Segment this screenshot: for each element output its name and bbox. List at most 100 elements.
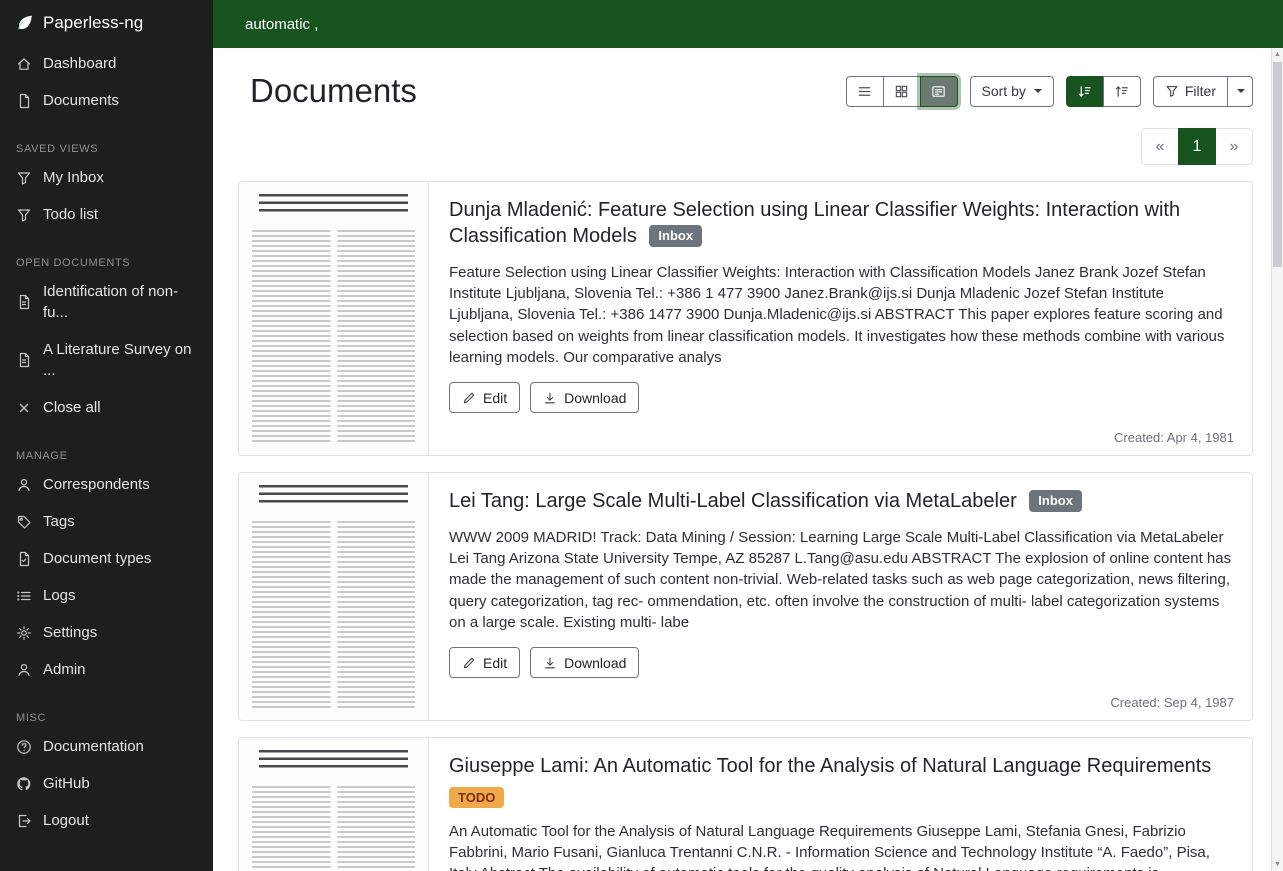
gear-icon [16,625,32,641]
app-logo[interactable]: Paperless-ng [0,0,213,45]
sidebar-item-label: Logout [43,810,89,831]
sidebar-item-my-inbox[interactable]: My Inbox [0,159,213,196]
grid-view-button[interactable] [883,76,921,107]
sidebar-item-tags[interactable]: Tags [0,503,213,540]
sort-ascending-icon [1114,84,1129,99]
thumbnail-text-lines [252,786,415,871]
pencil-icon [462,391,476,405]
sidebar-nav: Dashboard Documents SAVED VIEWS My Inbox… [0,45,213,839]
sidebar-item-github[interactable]: GitHub [0,765,213,802]
sidebar-item-document-types[interactable]: Document types [0,540,213,577]
sidebar-item-label: GitHub [43,773,90,794]
scrollbar[interactable]: ▲ ▼ [1271,48,1283,871]
sidebar-item-label: Admin [43,659,86,680]
page-header: Documents Sort by [213,48,1283,116]
thumbnail-title-lines [259,485,408,507]
scroll-up-icon[interactable]: ▲ [1272,48,1283,61]
sidebar-item-label: Correspondents [43,474,150,495]
sidebar: Paperless-ng Dashboard Documents SAVED V… [0,0,213,871]
sort-descending-button[interactable] [1066,76,1104,107]
pencil-icon [462,656,476,670]
pagination-page-1-button[interactable]: 1 [1178,128,1216,165]
document-card-body: Lei Tang: Large Scale Multi-Label Classi… [429,473,1252,720]
sidebar-item-logs[interactable]: Logs [0,577,213,614]
person-icon [16,662,32,678]
document-card: Giuseppe Lami: An Automatic Tool for the… [238,737,1253,871]
sort-direction-group [1066,76,1141,107]
page-title: Documents [250,72,417,110]
tag-badge[interactable]: TODO [449,787,504,809]
sidebar-item-correspondents[interactable]: Correspondents [0,466,213,503]
person-icon [16,477,32,493]
document-thumbnail[interactable] [239,182,429,455]
filter-dropdown-button[interactable] [1227,76,1253,107]
file-icon [16,93,32,109]
leaf-icon [16,14,34,32]
file-text-icon [16,294,32,310]
list-icon [16,588,32,604]
sidebar-item-open-document-2[interactable]: A Literature Survey on ... [0,331,213,389]
sort-by-button[interactable]: Sort by [970,76,1054,107]
sidebar-item-label: Document types [43,548,151,569]
sort-by-group: Sort by [970,76,1054,107]
document-title[interactable]: Giuseppe Lami: An Automatic Tool for the… [449,753,1232,779]
list-view-button[interactable] [846,76,884,107]
document-title-text: Dunja Mladenić: Feature Selection using … [449,199,1180,247]
download-icon [543,656,557,670]
document-title[interactable]: Lei Tang: Large Scale Multi-Label Classi… [449,488,1232,514]
filter-label: Filter [1185,83,1216,99]
close-icon [16,400,32,416]
sidebar-item-close-all[interactable]: Close all [0,389,213,426]
sidebar-item-settings[interactable]: Settings [0,614,213,651]
sidebar-item-label: Identification of non-fu... [43,281,197,323]
document-thumbnail[interactable] [239,738,429,871]
tag-row: TODO [449,787,1232,809]
scrollbar-thumb[interactable] [1273,62,1282,267]
sort-ascending-button[interactable] [1103,76,1141,107]
filter-button[interactable]: Filter [1153,76,1228,107]
tag-badge[interactable]: Inbox [1029,490,1082,512]
scroll-down-icon[interactable]: ▼ [1272,858,1283,871]
sidebar-item-documentation[interactable]: Documentation [0,728,213,765]
filter-group: Filter [1153,76,1253,107]
detail-view-icon [931,84,946,99]
section-title-manage: MANAGE [0,444,213,466]
chevron-down-icon [1237,89,1245,93]
download-label: Download [564,655,626,671]
dashboard-icon [16,56,32,72]
sidebar-item-todo-list[interactable]: Todo list [0,196,213,233]
sidebar-item-admin[interactable]: Admin [0,651,213,688]
tag-badge[interactable]: Inbox [649,225,702,247]
pagination-prev-button[interactable]: « [1141,128,1179,165]
pagination-next-button[interactable]: » [1215,128,1253,165]
document-thumbnail[interactable] [239,473,429,720]
top-search-bar [213,0,1283,48]
file-check-icon [16,551,32,567]
search-input[interactable] [213,0,1283,48]
created-date: Created: Apr 4, 1981 [1114,430,1234,445]
edit-button[interactable]: Edit [449,382,520,413]
sidebar-item-logout[interactable]: Logout [0,802,213,839]
download-label: Download [564,390,626,406]
thumbnail-text-lines [252,230,415,445]
detail-view-button[interactable] [920,76,958,107]
download-button[interactable]: Download [530,647,639,678]
sidebar-item-dashboard[interactable]: Dashboard [0,45,213,82]
funnel-icon [1165,84,1179,98]
view-toggle-group [846,76,958,107]
section-title-open-documents: OPEN DOCUMENTS [0,251,213,273]
document-excerpt: WWW 2009 MADRID! Track: Data Mining / Se… [449,527,1232,633]
download-icon [543,391,557,405]
download-button[interactable]: Download [530,382,639,413]
card-actions: Edit Download [449,647,1232,678]
section-title-misc: MISC [0,706,213,728]
sidebar-item-label: Tags [43,511,75,532]
funnel-icon [16,170,32,186]
document-card-body: Dunja Mladenić: Feature Selection using … [429,182,1252,455]
document-title-text: Lei Tang: Large Scale Multi-Label Classi… [449,490,1017,512]
document-title[interactable]: Dunja Mladenić: Feature Selection using … [449,197,1232,250]
edit-button[interactable]: Edit [449,647,520,678]
sidebar-item-open-document-1[interactable]: Identification of non-fu... [0,273,213,331]
sidebar-item-documents[interactable]: Documents [0,82,213,119]
pagination: « 1 » [213,116,1283,167]
